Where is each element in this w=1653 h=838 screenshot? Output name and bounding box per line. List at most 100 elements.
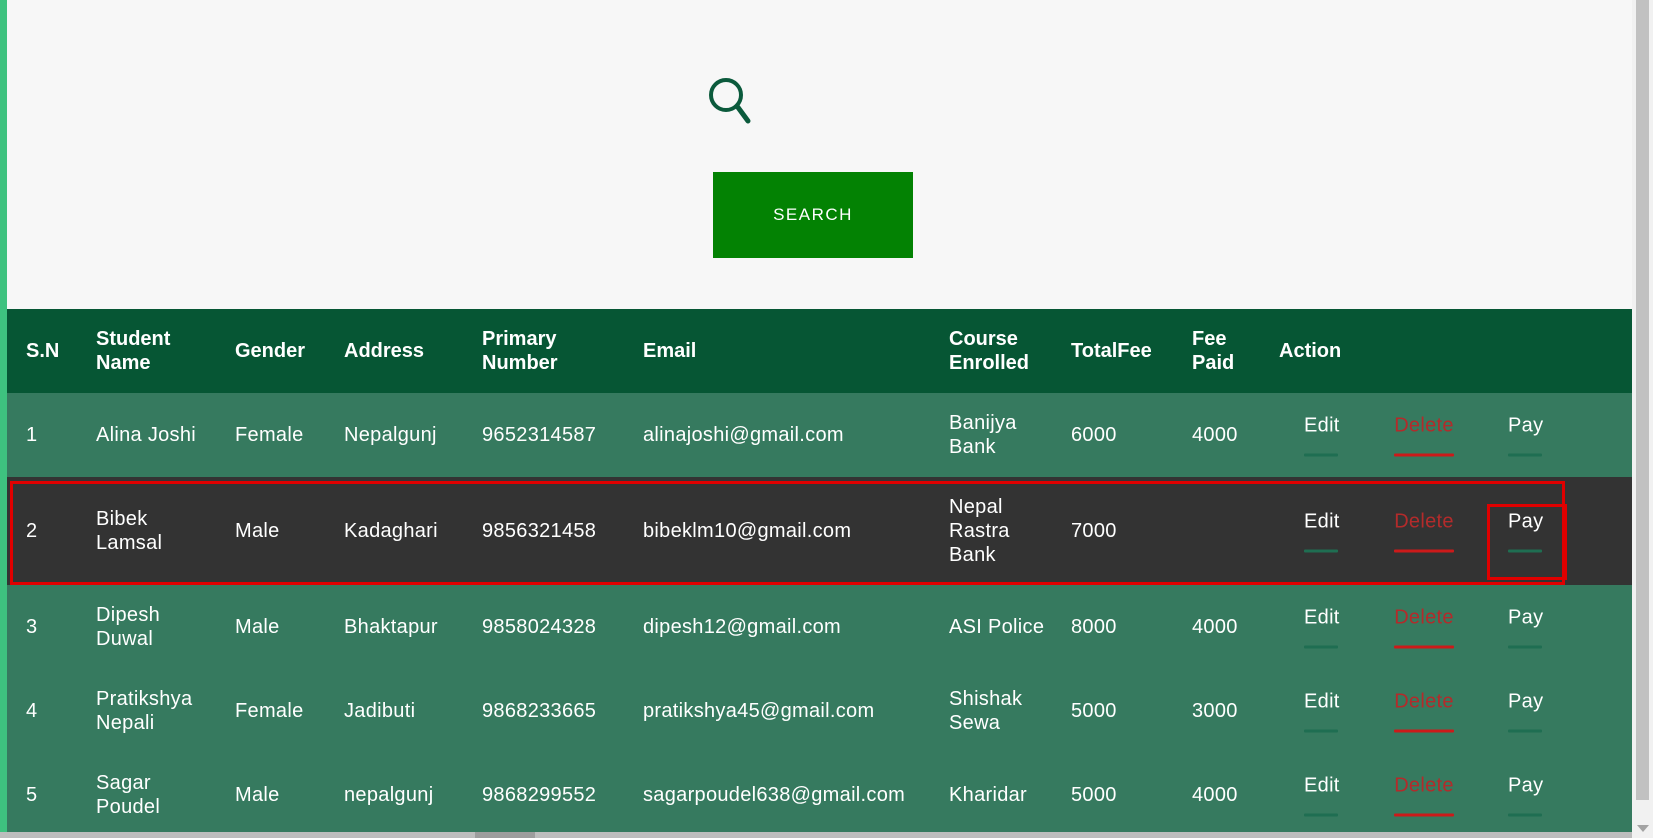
cell-fee-paid — [1173, 477, 1260, 585]
cell-fee-paid: 4000 — [1192, 616, 1238, 638]
edit-link[interactable]: Edit — [1304, 510, 1340, 553]
header-course-enrolled: Course Enrolled — [949, 328, 1030, 374]
pay-link[interactable]: Pay — [1508, 414, 1543, 457]
pay-underline — [1508, 549, 1542, 553]
pay-label: Pay — [1508, 774, 1544, 797]
cell-total-fee: 5000 — [1071, 784, 1117, 806]
delete-label: Delete — [1394, 774, 1454, 797]
edit-underline — [1304, 453, 1338, 457]
cell-actions: Edit Delete Pay — [1260, 477, 1632, 585]
left-accent-bar — [0, 0, 7, 838]
header-email: Email — [643, 340, 697, 362]
pay-underline — [1508, 453, 1542, 457]
cell-fee-paid: 4000 — [1192, 784, 1238, 806]
cell-address: Kadaghari — [344, 520, 438, 542]
delete-underline — [1394, 453, 1454, 457]
header-total-fee: TotalFee — [1071, 340, 1152, 362]
header-sn: S.N — [26, 340, 60, 362]
pay-link[interactable]: Pay — [1508, 774, 1543, 817]
header-primary-number: Primary Number — [482, 328, 558, 374]
delete-link[interactable]: Delete — [1394, 774, 1454, 817]
students-table: S.N Student Name Gender Address Primary … — [7, 309, 1632, 837]
edit-underline — [1304, 813, 1338, 817]
cell-total-fee: 7000 — [1071, 520, 1117, 542]
table-row: 4 Pratikshya Nepali Female Jadibuti 9868… — [7, 669, 1632, 753]
delete-link[interactable]: Delete — [1394, 606, 1454, 649]
edit-underline — [1304, 645, 1338, 649]
delete-label: Delete — [1394, 510, 1454, 533]
cell-email: sagarpoudel638@gmail.com — [643, 784, 906, 806]
cell-actions: Edit Delete Pay — [1260, 753, 1632, 837]
cell-actions: Edit Delete Pay — [1260, 585, 1632, 669]
cell-gender: Male — [235, 616, 280, 638]
cell-address: nepalgunj — [344, 784, 434, 806]
edit-link[interactable]: Edit — [1304, 774, 1340, 817]
cell-sn: 5 — [26, 784, 38, 806]
cell-gender: Male — [235, 520, 280, 542]
delete-link[interactable]: Delete — [1394, 414, 1454, 457]
pay-label: Pay — [1508, 414, 1544, 437]
cell-course-enrolled: Kharidar — [949, 784, 1027, 806]
search-area — [7, 0, 1632, 309]
cell-sn: 2 — [26, 520, 38, 542]
cell-sn: 3 — [26, 616, 38, 638]
cell-total-fee: 6000 — [1071, 424, 1117, 446]
pay-link[interactable]: Pay — [1508, 690, 1543, 733]
delete-underline — [1394, 645, 1454, 649]
edit-label: Edit — [1304, 606, 1340, 629]
cell-fee-paid: 4000 — [1192, 424, 1238, 446]
cell-sn: 1 — [26, 424, 38, 446]
delete-link[interactable]: Delete — [1394, 690, 1454, 733]
edit-label: Edit — [1304, 774, 1340, 797]
delete-underline — [1394, 549, 1454, 553]
delete-label: Delete — [1394, 690, 1454, 713]
cell-primary-number: 9652314587 — [482, 424, 597, 446]
vertical-scrollbar[interactable] — [1632, 0, 1653, 838]
edit-link[interactable]: Edit — [1304, 690, 1340, 733]
edit-link[interactable]: Edit — [1304, 414, 1340, 457]
cell-gender: Female — [235, 700, 304, 722]
delete-underline — [1394, 813, 1454, 817]
pay-link[interactable]: Pay — [1508, 606, 1543, 649]
cell-fee-paid: 3000 — [1192, 700, 1238, 722]
cell-course-enrolled: ASI Police — [949, 616, 1045, 638]
pay-link[interactable]: Pay — [1508, 510, 1543, 553]
edit-label: Edit — [1304, 414, 1340, 437]
table-row: 5 Sagar Poudel Male nepalgunj 9868299552… — [7, 753, 1632, 837]
cell-actions: Edit Delete Pay — [1260, 393, 1632, 477]
pay-underline — [1508, 729, 1542, 733]
delete-link[interactable]: Delete — [1394, 510, 1454, 553]
pay-label: Pay — [1508, 510, 1544, 533]
delete-label: Delete — [1394, 606, 1454, 629]
edit-underline — [1304, 729, 1338, 733]
cell-student-name: Bibek Lamsal — [96, 508, 163, 554]
pay-label: Pay — [1508, 606, 1544, 629]
cell-primary-number: 9868299552 — [482, 784, 597, 806]
scroll-down-arrow-icon[interactable] — [1637, 825, 1649, 832]
cell-email: alinajoshi@gmail.com — [643, 424, 844, 446]
cell-course-enrolled: Nepal Rastra Bank — [949, 496, 1010, 566]
table-row: 1 Alina Joshi Female Nepalgunj 965231458… — [7, 393, 1632, 477]
scrollbar-thumb[interactable] — [1636, 0, 1649, 800]
cell-email: dipesh12@gmail.com — [643, 616, 842, 638]
edit-link[interactable]: Edit — [1304, 606, 1340, 649]
edit-label: Edit — [1304, 510, 1340, 533]
search-icon[interactable] — [704, 73, 764, 133]
edit-label: Edit — [1304, 690, 1340, 713]
cell-gender: Male — [235, 784, 280, 806]
table-header-row: S.N Student Name Gender Address Primary … — [7, 309, 1632, 393]
search-button[interactable]: SEARCH — [713, 172, 913, 258]
cell-course-enrolled: Shishak Sewa — [949, 688, 1023, 734]
cell-sn: 4 — [26, 700, 38, 722]
pay-underline — [1508, 645, 1542, 649]
cell-student-name: Pratikshya Nepali — [96, 688, 193, 734]
cell-primary-number: 9858024328 — [482, 616, 597, 638]
horizontal-scrollbar-thumb[interactable] — [475, 832, 535, 838]
cell-student-name: Dipesh Duwal — [96, 604, 161, 650]
delete-label: Delete — [1394, 414, 1454, 437]
cell-primary-number: 9856321458 — [482, 520, 597, 542]
edit-underline — [1304, 549, 1338, 553]
cell-address: Nepalgunj — [344, 424, 437, 446]
horizontal-scrollbar[interactable] — [0, 832, 1632, 838]
pay-label: Pay — [1508, 690, 1544, 713]
